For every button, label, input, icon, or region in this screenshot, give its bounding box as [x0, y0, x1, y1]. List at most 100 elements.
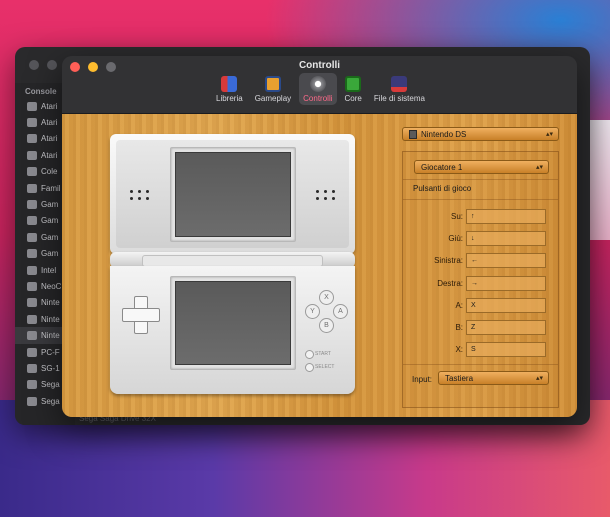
sidebar-item-label: Sega	[41, 380, 60, 390]
x-face-button[interactable]: X	[319, 290, 334, 305]
input-device-select[interactable]: Tastiera ▴▾	[438, 371, 549, 385]
touch-screen-frame	[170, 276, 296, 370]
core-icon	[345, 76, 362, 92]
tab-label: Controlli	[303, 94, 333, 103]
section-title: Pulsanti di gioco	[413, 184, 472, 193]
titlebar: Controlli Libreria Gameplay Controlli Co…	[62, 56, 577, 114]
binding-label: Destra:	[437, 279, 463, 288]
console-icon	[27, 281, 37, 291]
binding-label: B:	[455, 323, 463, 332]
sidebar-item-label: NeoC	[41, 281, 62, 291]
tab-library[interactable]: Libreria	[212, 73, 247, 105]
binding-row-x: X: S	[403, 342, 560, 357]
sidebar-item-label: Gam	[41, 249, 59, 259]
console-icon	[27, 232, 37, 242]
binding-label: Giù:	[448, 234, 463, 243]
right-speaker-icon	[316, 190, 335, 200]
console-icon	[27, 331, 37, 341]
sidebar-item-label: PC-F	[41, 347, 60, 357]
tab-system-files[interactable]: File di sistema	[370, 73, 429, 105]
sidebar-item-label: Atari	[41, 101, 58, 111]
library-icon	[221, 76, 238, 92]
binding-field[interactable]: ↑	[466, 209, 546, 224]
binding-row-left: Sinistra: ←	[403, 253, 560, 268]
sidebar-item-label: Sega	[41, 396, 60, 406]
binding-label: A:	[455, 301, 463, 310]
start-label: START	[315, 351, 331, 357]
console-select[interactable]: Nintendo DS ▴▾	[402, 127, 559, 141]
sidebar-item-label: Gam	[41, 200, 59, 210]
console-icon	[27, 298, 37, 308]
dpad-icon[interactable]	[122, 296, 160, 334]
sidebar-item-label: Ninte	[41, 314, 60, 324]
ds-bottom-shell: X Y A B START SELECT	[110, 266, 355, 394]
binding-field[interactable]: X	[466, 298, 546, 313]
sidebar-item-label: Atari	[41, 134, 58, 144]
sidebar-item-label: Gam	[41, 232, 59, 242]
nintendo-ds-icon	[409, 129, 417, 139]
console-icon	[27, 216, 37, 226]
tab-core[interactable]: Core	[341, 73, 366, 105]
tab-label: Gameplay	[254, 94, 292, 103]
console-icon	[27, 249, 37, 259]
console-icon	[27, 183, 37, 193]
sidebar-item-label: Gam	[41, 216, 59, 226]
select-label: SELECT	[315, 364, 335, 370]
binding-label: Su:	[450, 212, 463, 221]
binding-field[interactable]: →	[466, 276, 546, 291]
sidebar-item-label: Famil	[41, 183, 61, 193]
divider	[403, 179, 558, 180]
console-icon	[27, 167, 37, 177]
y-face-button[interactable]: Y	[305, 304, 320, 319]
binding-label: X:	[455, 345, 463, 354]
sidebar-item-label: SG-1	[41, 363, 60, 373]
console-icon	[27, 314, 37, 324]
tab-controls[interactable]: Controlli	[299, 73, 337, 105]
sidebar-item-label: Cole	[41, 167, 58, 177]
sidebar-item-label: Ninte	[41, 298, 60, 308]
player-select-value: Giocatore 1	[421, 162, 463, 172]
a-face-button[interactable]: A	[333, 304, 348, 319]
sidebar-item-label: Atari	[41, 150, 58, 160]
select-button[interactable]	[305, 363, 314, 372]
controls-icon	[309, 76, 326, 92]
console-icon	[27, 396, 37, 406]
chevron-updown-icon: ▴▾	[545, 131, 553, 138]
preferences-toolbar: Libreria Gameplay Controlli Core File di…	[212, 73, 429, 105]
console-icon	[27, 118, 37, 128]
top-screen-frame	[170, 147, 296, 242]
system-files-icon	[391, 76, 408, 92]
binding-row-a: A: X	[403, 298, 560, 313]
binding-row-b: B: Z	[403, 320, 560, 335]
controls-pane: X Y A B START SELECT Nintendo DS ▴▾ Gioc…	[62, 114, 577, 417]
divider	[403, 199, 558, 200]
top-screen	[175, 152, 291, 237]
window-title: Controlli	[298, 60, 341, 71]
chevron-updown-icon: ▴▾	[535, 375, 543, 382]
chevron-updown-icon: ▴▾	[535, 164, 543, 171]
binding-row-down: Giù: ↓	[403, 231, 560, 246]
console-icon	[27, 101, 37, 111]
sidebar-item-label: Atari	[41, 118, 58, 128]
bindings-panel: Giocatore 1 ▴▾ Pulsanti di gioco Su: ↑ G…	[402, 151, 559, 408]
binding-field[interactable]: ←	[466, 253, 546, 268]
gameplay-icon	[264, 76, 281, 92]
console-icon	[27, 265, 37, 275]
tab-label: Libreria	[216, 94, 243, 103]
input-device-value: Tastiera	[445, 373, 474, 383]
binding-field[interactable]: ↓	[466, 231, 546, 246]
console-icon	[27, 150, 37, 160]
binding-field[interactable]: S	[466, 342, 546, 357]
binding-label: Sinistra:	[434, 256, 463, 265]
ds-top-shell	[110, 134, 355, 254]
divider	[403, 364, 558, 365]
b-face-button[interactable]: B	[319, 318, 334, 333]
player-select[interactable]: Giocatore 1 ▴▾	[414, 160, 549, 174]
sidebar-item-label: Intel	[41, 265, 57, 275]
tab-gameplay[interactable]: Gameplay	[251, 73, 295, 105]
binding-field[interactable]: Z	[466, 320, 546, 335]
tab-label: File di sistema	[373, 94, 425, 103]
start-button[interactable]	[305, 350, 314, 359]
console-select-value: Nintendo DS	[421, 129, 467, 139]
console-icon	[27, 347, 37, 357]
